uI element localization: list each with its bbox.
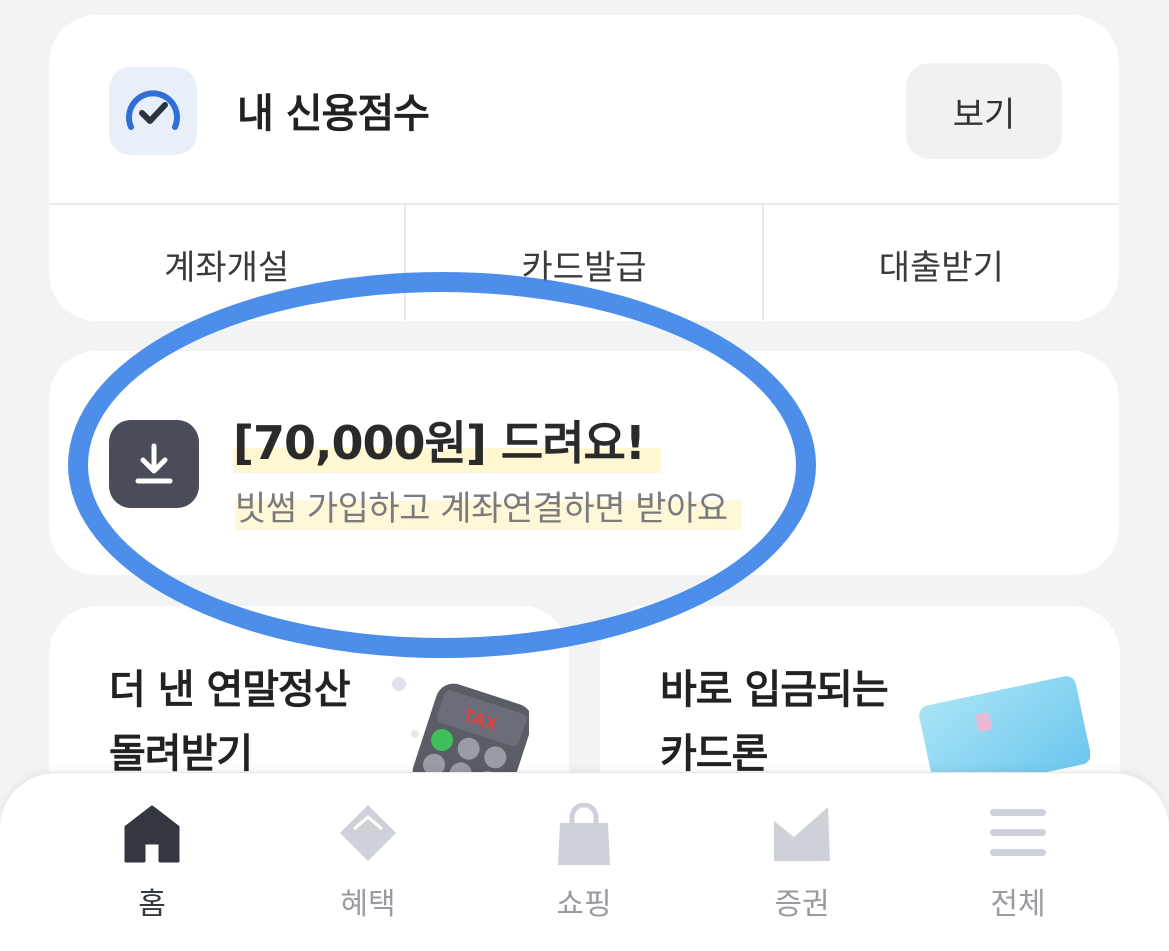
nav-stocks-label: 증권 bbox=[774, 887, 830, 922]
gem-icon bbox=[340, 805, 396, 861]
quick-actions: 계좌개설 카드발급 대출받기 bbox=[49, 203, 1119, 321]
nav-benefits[interactable]: 혜택 bbox=[258, 773, 478, 951]
card-loan-title: 바로 입금되는 카드론 bbox=[660, 658, 889, 786]
promo-title: [70,000원] 드려요! bbox=[233, 407, 661, 473]
credit-score-title: 내 신용점수 bbox=[237, 91, 430, 137]
nav-benefits-label: 혜택 bbox=[340, 887, 396, 922]
card-loan-title-line1: 바로 입금되는 bbox=[660, 667, 889, 713]
home-icon bbox=[124, 805, 180, 863]
bottom-nav: 홈 혜택 쇼핑 증권 전체 bbox=[0, 772, 1169, 951]
promo-card[interactable]: [70,000원] 드려요! 빗썸 가입하고 계좌연결하면 받아요 bbox=[49, 351, 1119, 575]
credit-score-card[interactable]: 내 신용점수 보기 계좌개설 카드발급 대출받기 bbox=[49, 15, 1119, 321]
chart-icon bbox=[774, 807, 830, 861]
promo-subtitle: 빗썸 가입하고 계좌연결하면 받아요 bbox=[235, 481, 742, 530]
nav-all-label: 전체 bbox=[990, 887, 1046, 922]
view-button[interactable]: 보기 bbox=[906, 63, 1062, 159]
menu-icon bbox=[990, 809, 1046, 856]
nav-home[interactable]: 홈 bbox=[42, 773, 262, 951]
nav-shopping-label: 쇼핑 bbox=[556, 887, 612, 922]
gauge-check-icon bbox=[109, 67, 197, 155]
quick-action-get-loan[interactable]: 대출받기 bbox=[764, 205, 1119, 321]
nav-stocks[interactable]: 증권 bbox=[692, 773, 912, 951]
quick-action-open-account[interactable]: 계좌개설 bbox=[49, 205, 407, 321]
nav-all[interactable]: 전체 bbox=[908, 773, 1128, 951]
credit-card-icon bbox=[919, 676, 1090, 786]
shopping-bag-icon bbox=[558, 803, 610, 865]
download-icon bbox=[109, 420, 199, 508]
nav-shopping[interactable]: 쇼핑 bbox=[474, 773, 694, 951]
tax-refund-title-line1: 더 낸 연말정산 bbox=[109, 667, 351, 713]
nav-home-label: 홈 bbox=[138, 887, 166, 922]
quick-action-issue-card[interactable]: 카드발급 bbox=[406, 205, 764, 321]
tax-refund-title: 더 낸 연말정산 돌려받기 bbox=[109, 658, 351, 786]
tax-calculator-icon: TAX bbox=[392, 677, 529, 782]
